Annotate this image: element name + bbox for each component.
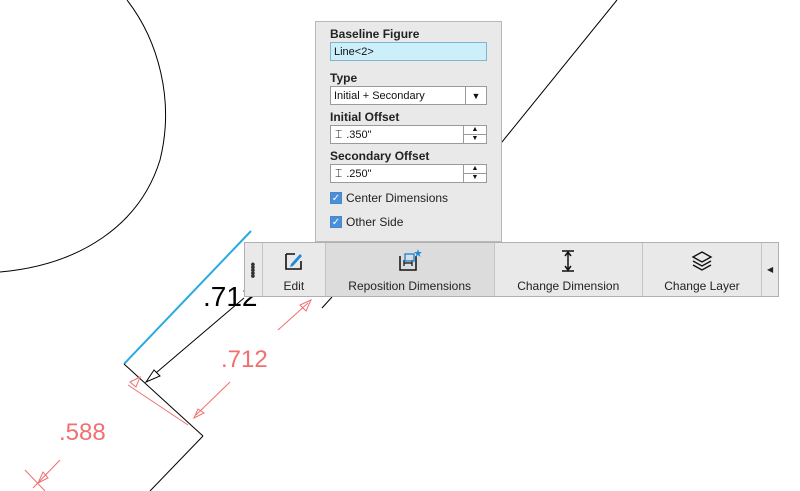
dropdown-arrow-icon[interactable]: ▼ [465, 87, 486, 104]
red-dimension-line [32, 459, 61, 489]
circle-arc[interactable] [0, 0, 166, 273]
spinner: ▲ ▼ [463, 126, 486, 143]
red-dimension-line [127, 384, 189, 426]
red-dimension-line [277, 302, 309, 331]
secondary-offset-value: .250" [346, 167, 372, 180]
initial-offset-value: .350" [346, 128, 372, 141]
type-label: Type [330, 71, 358, 85]
dimension-glyph-icon: ⌶ [335, 127, 343, 141]
vertical-dots-icon[interactable]: ••••• [245, 243, 263, 296]
extension-line [123, 363, 204, 437]
change-dimension-button[interactable]: Change Dimension [495, 243, 643, 296]
baseline-dimension-panel: Baseline Figure Line<2> Type Initial + S… [315, 21, 502, 242]
spin-up-icon[interactable]: ▲ [464, 165, 486, 174]
other-side-checkbox[interactable]: ✓ [330, 216, 342, 228]
change-layer-button[interactable]: Change Layer [643, 243, 763, 296]
red-dimension-line [195, 381, 231, 416]
baseline-figure-label: Baseline Figure [330, 27, 420, 41]
extension-line [321, 296, 333, 309]
center-dimensions-label: Center Dimensions [346, 191, 449, 205]
secondary-offset-label: Secondary Offset [330, 149, 430, 163]
type-value: Initial + Secondary [334, 89, 425, 102]
spin-down-icon[interactable]: ▼ [464, 135, 486, 143]
reposition-dimensions-icon [396, 246, 424, 276]
dimension-text-red[interactable]: .588 [59, 419, 106, 446]
red-dimension-arrow [129, 375, 141, 388]
other-side-row[interactable]: ✓ Other Side [330, 213, 487, 231]
red-dimension-arrow [192, 408, 205, 420]
secondary-offset-input[interactable]: ⌶ .250" ▲ ▼ [330, 164, 487, 183]
edit-pencil-icon [283, 246, 305, 276]
dimension-glyph-icon: ⌶ [335, 166, 343, 180]
spin-down-icon[interactable]: ▼ [464, 174, 486, 182]
edit-label: Edit [283, 279, 305, 293]
reposition-dimensions-button[interactable]: Reposition Dimensions [325, 243, 495, 296]
reposition-dimensions-label: Reposition Dimensions [348, 279, 472, 293]
spin-up-icon[interactable]: ▲ [464, 126, 486, 135]
type-select[interactable]: Initial + Secondary ▼ [330, 86, 487, 105]
dimension-arrow-icon [559, 246, 577, 276]
center-dimensions-checkbox[interactable]: ✓ [330, 192, 342, 204]
extension-line [149, 435, 204, 491]
baseline-figure-value: Line<2> [334, 45, 374, 58]
center-dimensions-row[interactable]: ✓ Center Dimensions [330, 189, 487, 207]
dimension-text-red[interactable]: .712 [221, 346, 268, 373]
change-dimension-label: Change Dimension [517, 279, 620, 293]
layers-icon [690, 246, 714, 276]
triangle-left-icon[interactable]: ◀ [762, 243, 778, 296]
other-side-label: Other Side [346, 215, 404, 229]
baseline-figure-field[interactable]: Line<2> [330, 42, 487, 61]
initial-offset-label: Initial Offset [330, 110, 400, 124]
context-toolbar: ••••• Edit Reposition Dimensions Change … [244, 242, 779, 297]
initial-offset-input[interactable]: ⌶ .350" ▲ ▼ [330, 125, 487, 144]
spinner: ▲ ▼ [463, 165, 486, 182]
change-layer-label: Change Layer [664, 279, 740, 293]
edit-button[interactable]: Edit [263, 243, 326, 296]
